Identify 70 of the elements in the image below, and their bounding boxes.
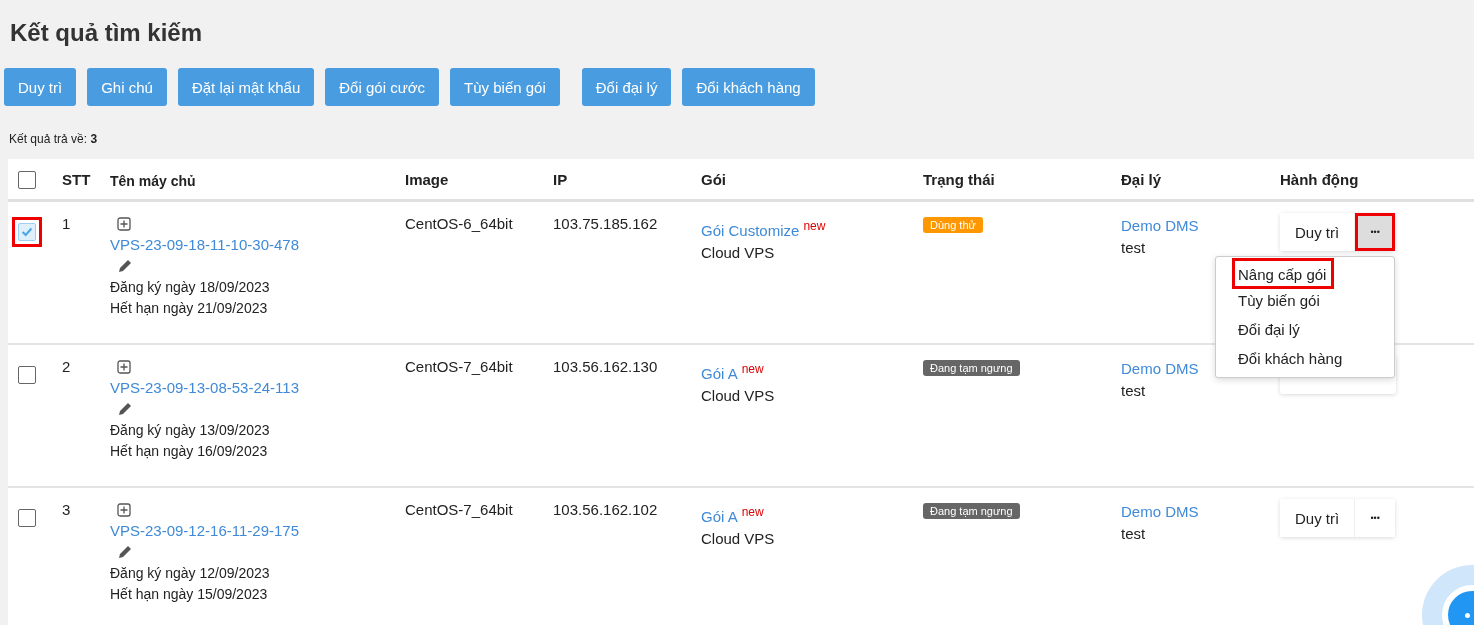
row-checkbox[interactable] [12,217,42,247]
package-type: Cloud VPS [701,529,775,549]
new-label: new [803,219,826,233]
toolbar-button[interactable]: Duy trì [4,68,77,106]
agent-user: test [1121,524,1146,544]
page-title: Kết quả tìm kiếm [9,18,204,47]
column-header: Tên máy chủ [110,173,196,189]
column-header: STT [62,171,91,188]
image-name: CentOS-6_64bit [405,215,513,232]
package-type: Cloud VPS [701,243,775,263]
expand-icon[interactable] [117,217,131,231]
image-name: CentOS-7_64bit [405,358,513,375]
agent-link[interactable]: Demo DMS [1121,501,1199,523]
package-link[interactable]: Gói Customize [701,222,800,239]
maintain-button[interactable]: Duy trì [1280,499,1356,537]
expiry-date: Hết hạn ngày 16/09/2023 [110,442,268,461]
expiry-date: Hết hạn ngày 15/09/2023 [110,585,268,604]
menu-item[interactable]: Tùy biến gói [1216,286,1320,315]
maintain-button[interactable]: Duy trì [1280,213,1356,251]
column-header: IP [553,171,568,188]
agent-user: test [1121,238,1146,258]
row-number: 1 [62,215,71,232]
pencil-icon[interactable] [117,544,133,560]
menu-item[interactable]: Nâng cấp gói [1235,261,1332,286]
toolbar-button[interactable]: Đặt lại mật khẩu [177,68,315,106]
row-number: 3 [62,501,71,518]
registration-date: Đăng ký ngày 13/09/2023 [110,421,270,440]
column-header: Hành động [1280,171,1359,188]
ip-address: 103.75.185.162 [553,215,658,232]
package-link[interactable]: Gói A [701,508,738,525]
status-badge: Đang tạm ngưng [923,360,1020,376]
new-label: new [741,362,764,376]
ip-address: 103.56.162.102 [553,501,658,518]
server-name-link[interactable]: VPS-23-09-18-11-10-30-478 [110,234,299,256]
result-count: Kết quả trả về: 3 [9,132,99,146]
server-name-link[interactable]: VPS-23-09-12-16-11-29-175 [110,520,299,542]
toolbar-button[interactable]: Đổi khách hàng [682,68,815,106]
agent-user: test [1121,381,1146,401]
column-header: Gói [701,171,726,188]
checkmark-icon [20,225,34,239]
status-badge: Dùng thử [923,217,983,233]
agent-link[interactable]: Demo DMS [1121,358,1199,380]
menu-item[interactable]: Đổi đại lý [1216,315,1300,344]
column-header: Trạng thái [923,171,995,188]
expand-icon[interactable] [117,360,131,374]
column-header: Đại lý [1121,171,1162,188]
package-type: Cloud VPS [701,386,775,406]
expiry-date: Hết hạn ngày 21/09/2023 [110,299,268,318]
column-header: Image [405,171,449,188]
row-number: 2 [62,358,71,375]
pencil-icon[interactable] [117,401,133,417]
agent-link[interactable]: Demo DMS [1121,215,1199,237]
expand-icon[interactable] [117,503,131,517]
registration-date: Đăng ký ngày 12/09/2023 [110,564,270,583]
select-all-checkbox[interactable] [18,171,36,189]
more-button[interactable]: ••• [1355,213,1396,251]
menu-item[interactable]: Đổi khách hàng [1216,344,1343,373]
server-name-link[interactable]: VPS-23-09-13-08-53-24-113 [110,377,299,399]
toolbar-button[interactable]: Tùy biến gói [450,68,560,106]
registration-date: Đăng ký ngày 18/09/2023 [110,278,270,297]
new-label: new [741,505,764,519]
toolbar-button[interactable]: Ghi chú [87,68,167,106]
package-link[interactable]: Gói A [701,365,738,382]
image-name: CentOS-7_64bit [405,501,513,518]
toolbar-button[interactable]: Đổi gói cước [325,68,440,106]
pencil-icon[interactable] [117,258,133,274]
ip-address: 103.56.162.130 [553,358,658,375]
more-button[interactable]: ••• [1355,499,1396,537]
status-badge: Đang tạm ngưng [923,503,1020,519]
toolbar-button[interactable]: Đổi đại lý [581,68,672,106]
